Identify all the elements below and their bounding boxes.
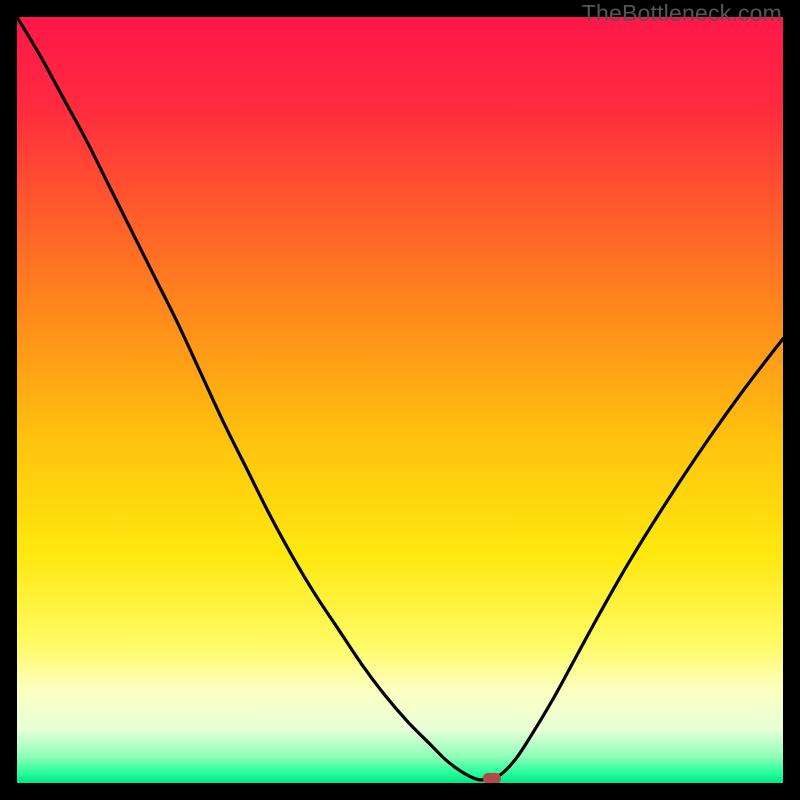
chart-frame [17, 17, 783, 783]
optimum-marker [483, 773, 501, 783]
bottleneck-chart [17, 17, 783, 783]
gradient-background [17, 17, 783, 783]
attribution-text: TheBottleneck.com [582, 0, 782, 27]
